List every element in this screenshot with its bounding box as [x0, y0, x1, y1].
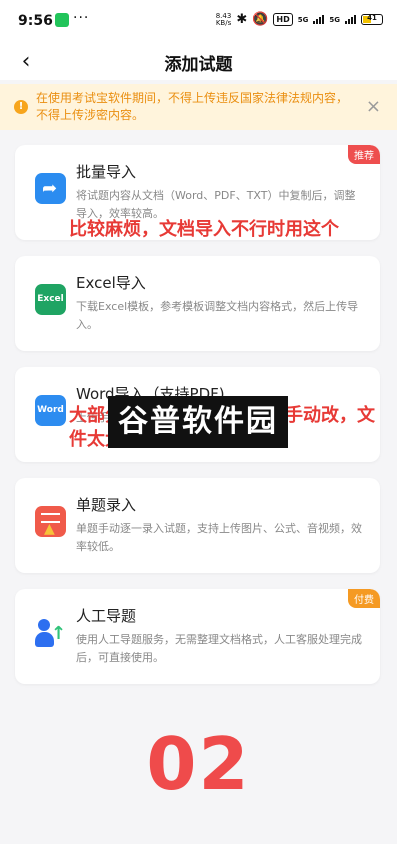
signal-icon-2 — [345, 15, 356, 24]
card-description: 单题手动逐一录入试题，支持上传图片、公式、音视频，效率较低。 — [76, 522, 362, 553]
card-single-entry[interactable]: ▲ 单题录入 单题手动逐一录入试题，支持上传图片、公式、音视频，效率较低。 — [15, 478, 380, 573]
notice-text: 在使用考试宝软件期间，不得上传违反国家法律法规内容，不得上传涉密内容。 — [36, 91, 349, 122]
card-title: 批量导入 — [76, 163, 137, 181]
annotation-note-1: 比较麻烦，文档导入不行时用这个 — [69, 219, 339, 240]
paid-badge: 付费 — [348, 589, 380, 608]
word-icon: Word — [35, 395, 66, 426]
battery-icon: 41 — [361, 14, 383, 25]
signal-icon-1 — [313, 15, 325, 24]
excel-icon-label: Excel — [37, 294, 64, 304]
watermark: 谷普软件园 — [108, 396, 288, 448]
card-manual-import[interactable]: ↑ 人工导题 使用人工导题服务，无需整理文档格式，人工客服处理完成后，可直接使用… — [15, 589, 380, 684]
page-title: 添加试题 — [164, 55, 233, 75]
mute-icon: 🔕 — [252, 12, 269, 27]
manual-import-icon: ↑ — [35, 617, 66, 648]
status-indicators: 8.43 KB/s ✱ 🔕 HD 5G 5G 41 — [216, 12, 383, 27]
network-label-1: 5G — [297, 15, 309, 24]
single-entry-icon: ▲ — [35, 506, 66, 537]
notice-banner: ! 在使用考试宝软件期间，不得上传违反国家法律法规内容，不得上传涉密内容。 × — [0, 84, 397, 130]
more-notifications-icon: ··· — [73, 10, 90, 26]
network-speed: 8.43 KB/s — [215, 11, 232, 27]
card-description: 下载Excel模板，参考模板调整文档内容格式，然后上传导入。 — [76, 300, 359, 331]
step-number: 02 — [146, 722, 251, 806]
excel-icon: Excel — [35, 284, 66, 315]
warning-icon: ! — [14, 100, 28, 114]
status-bar: 9:56 ··· 8.43 KB/s ✱ 🔕 HD 5G 5G 41 — [0, 0, 397, 44]
card-description: 使用人工导题服务，无需整理文档格式，人工客服处理完成后，可直接使用。 — [76, 633, 362, 664]
recommend-badge: 推荐 — [348, 145, 380, 164]
card-title: 单题录入 — [76, 496, 137, 514]
hd-badge: HD — [273, 13, 293, 26]
network-label-2: 5G — [329, 15, 340, 24]
card-excel-import[interactable]: Excel Excel导入 下载Excel模板，参考模板调整文档内容格式，然后上… — [15, 256, 380, 351]
card-title: Excel导入 — [76, 274, 146, 292]
close-icon[interactable]: × — [366, 96, 381, 117]
card-title: 人工导题 — [76, 607, 137, 625]
bluetooth-icon: ✱ — [236, 12, 248, 27]
battery-level: 41 — [367, 14, 377, 22]
status-time: 9:56 — [18, 13, 53, 29]
word-icon-label: Word — [37, 405, 64, 415]
share-arrow-icon: ➦ — [35, 173, 66, 204]
wechat-icon — [55, 13, 69, 27]
nav-bar: ‹ 添加试题 — [0, 44, 397, 80]
